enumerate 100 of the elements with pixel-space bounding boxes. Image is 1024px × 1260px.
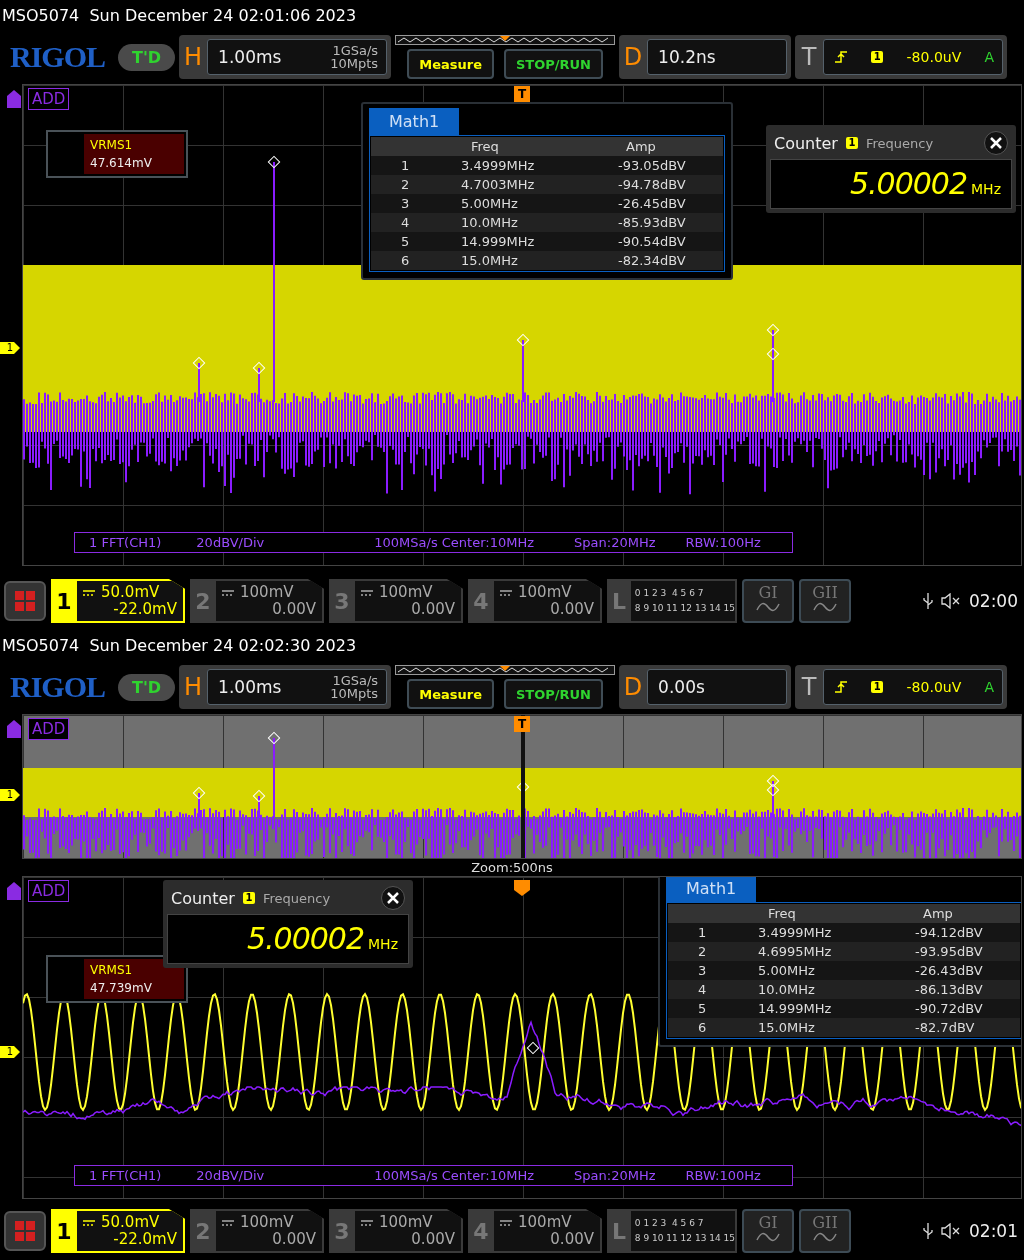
channel-panel[interactable]: 3 100mV 0.00V — [329, 1209, 463, 1253]
table-cell-text: 5 — [697, 1001, 708, 1016]
menu-button[interactable] — [4, 1211, 46, 1251]
fft-info-text: 20dBV/Div — [195, 535, 265, 550]
measurement-value: 47.739mV — [90, 980, 153, 997]
dc-coupling-icon — [222, 1219, 234, 1226]
rising-edge-icon — [834, 50, 849, 64]
measure-button[interactable]: Measure — [407, 679, 494, 709]
channel-panel[interactable]: 3 100mV 0.00V — [329, 579, 463, 623]
peak-marker — [766, 323, 780, 337]
table-cell-text: 4.6995MHz — [757, 944, 833, 959]
measurement-name: VRMS1 — [90, 137, 134, 154]
stop-run-button[interactable]: STOP/RUN — [503, 49, 603, 79]
peak-marker — [766, 783, 780, 797]
channel-panel[interactable]: 4 100mV 0.00V — [468, 1209, 602, 1253]
channel-offset: 0.00V — [272, 601, 316, 618]
source-badge: 1 — [871, 681, 884, 693]
trigger-panel[interactable]: T 1 -80.0uV A — [795, 665, 1008, 709]
fft-info-text: RBW:100Hz — [684, 535, 761, 550]
table-cell-text: 10.0MHz — [757, 982, 816, 997]
table-cell-text: -82.34dBV — [617, 253, 687, 268]
sample-rate: 1GSa/s — [332, 44, 379, 57]
touch-badge[interactable]: T'D — [118, 43, 176, 71]
math-tab[interactable]: Math1 — [369, 108, 460, 135]
delay-panel[interactable]: D 0.00s — [619, 665, 792, 709]
table-cell-text: -86.13dBV — [914, 982, 984, 997]
table-cell-text: 3.4999MHz — [460, 158, 536, 173]
status-header: MSO5074 Sun December 24 02:02:30 2023 — [1, 634, 358, 657]
trigger-marker: T — [514, 716, 530, 732]
trigger-marker-icon — [514, 880, 530, 896]
fft-info-text: 100MSa/s Center:10MHz — [373, 1168, 535, 1183]
channel-offset: 0.00V — [411, 601, 455, 618]
channel-scale: 100mV — [240, 584, 294, 601]
timebase-value: 1.00ms — [218, 47, 282, 67]
table-cell-text: 15.0MHz — [460, 253, 519, 268]
fft-info-text: Span:20MHz — [573, 1168, 656, 1183]
logic-channels: 8 9 10 11 12 13 14 15 — [634, 602, 735, 615]
source-badge: 1 — [845, 137, 858, 149]
peak-marker — [252, 361, 266, 375]
dc-coupling-icon — [222, 589, 234, 596]
dc-coupling-icon — [500, 589, 512, 596]
counter-title: Counter — [774, 133, 838, 153]
menu-button[interactable] — [4, 581, 46, 621]
peak-marker — [192, 786, 206, 800]
channel-offset: 0.00V — [411, 1231, 455, 1248]
horizontal-panel[interactable]: H 1.00ms 1GSa/s 10Mpts — [179, 665, 392, 709]
math-label: ADD — [28, 880, 70, 902]
measure-button[interactable]: Measure — [407, 49, 494, 79]
math-tab[interactable]: Math1 — [666, 877, 757, 902]
memory-depth: 10Mpts — [330, 687, 379, 700]
table-cell-text: -90.72dBV — [914, 1001, 984, 1016]
table-cell-text: 6 — [697, 1020, 708, 1035]
column-header: Freq — [767, 906, 797, 921]
horizontal-panel[interactable]: H 1.00ms 1GSa/s 10Mpts — [179, 35, 392, 79]
channel-scale: 100mV — [518, 1214, 572, 1231]
channel-panel[interactable]: 1 50.0mV -22.0mV — [51, 579, 185, 623]
generator-button[interactable]: GII — [799, 579, 851, 623]
zoom-caption: Zoom:500ns — [470, 859, 554, 876]
fft-info-text: 20dBV/Div — [195, 1168, 265, 1183]
usb-icon — [923, 593, 933, 609]
column-header: Amp — [625, 139, 657, 154]
table-cell-text: -26.43dBV — [914, 963, 984, 978]
channel-panel[interactable]: 1 50.0mV -22.0mV — [51, 1209, 185, 1253]
generator-button[interactable]: GI — [742, 579, 794, 623]
channel-panel[interactable]: 2 100mV 0.00V — [190, 1209, 324, 1253]
channel-panel[interactable]: 4 100mV 0.00V — [468, 579, 602, 623]
counter-title: Counter — [171, 888, 235, 908]
channel-scale: 50.0mV — [101, 584, 160, 601]
channel-scale: 100mV — [379, 1214, 433, 1231]
channel-marker: 1 — [0, 789, 20, 801]
dc-coupling-icon — [361, 1219, 373, 1226]
table-cell-text: 6 — [400, 253, 411, 268]
delay-panel[interactable]: D 10.2ns — [619, 35, 792, 79]
counter-unit: MHz — [971, 181, 1001, 197]
fft-info-text: RBW:100Hz — [684, 1168, 761, 1183]
fft-info-text: Span:20MHz — [573, 535, 656, 550]
fft-info-text: 1 FFT(CH1) — [88, 1168, 162, 1183]
rising-edge-icon — [834, 680, 849, 694]
sine-wave-icon — [756, 1232, 780, 1242]
delay-value: 0.00s — [658, 677, 705, 697]
table-cell-text: -90.54dBV — [617, 234, 687, 249]
usb-icon — [923, 1223, 933, 1239]
close-button[interactable] — [984, 131, 1008, 155]
table-cell-text: 5 — [400, 234, 411, 249]
trigger-panel[interactable]: T 1 -80.0uV A — [795, 35, 1008, 79]
touch-badge[interactable]: T'D — [118, 673, 176, 701]
close-button[interactable] — [381, 886, 405, 910]
stop-run-button[interactable]: STOP/RUN — [503, 679, 603, 709]
counter-parameter: Frequency — [865, 135, 935, 151]
channel-arrow-icon — [7, 90, 21, 108]
source-badge: 1 — [242, 892, 255, 904]
sine-wave-icon — [813, 602, 837, 612]
table-cell-text: 1 — [697, 925, 708, 940]
generator-button[interactable]: GII — [799, 1209, 851, 1253]
peak-marker — [267, 155, 281, 169]
dc-coupling-icon — [83, 1219, 95, 1226]
channel-panel[interactable]: 2 100mV 0.00V — [190, 579, 324, 623]
memory-depth: 10Mpts — [330, 57, 379, 70]
channel-offset: -22.0mV — [113, 1231, 177, 1248]
generator-button[interactable]: GI — [742, 1209, 794, 1253]
